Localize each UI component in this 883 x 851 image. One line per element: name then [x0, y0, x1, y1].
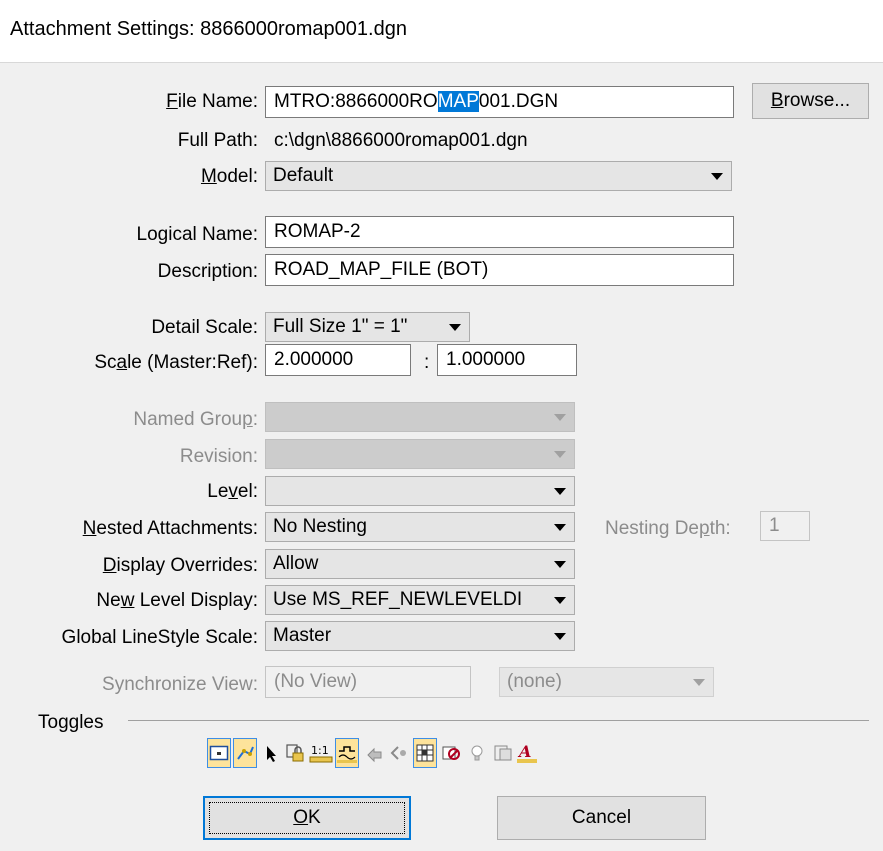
level-label: Level: — [207, 481, 258, 502]
toggles-group-label: Toggles — [38, 712, 104, 733]
annotation-scale-toggle[interactable] — [491, 738, 515, 768]
full-path-label: Full Path: — [177, 130, 258, 151]
revision-label: Revision: — [179, 446, 258, 467]
file-name-label: File Name: — [166, 91, 258, 112]
chevron-down-icon — [554, 414, 566, 421]
snap-toggle[interactable] — [233, 738, 257, 768]
locate-toggle[interactable] — [259, 738, 283, 768]
display-toggle[interactable] — [207, 738, 231, 768]
ignore-attachment-when-live-nesting-icon — [367, 747, 382, 763]
svg-text:1:1: 1:1 — [311, 744, 329, 757]
scale-separator: : — [424, 352, 430, 373]
scale-master-input[interactable]: 2.000000 — [265, 344, 411, 376]
treat-as-element-icon — [390, 746, 406, 760]
scale-label: Scale (Master:Ref): — [94, 352, 258, 373]
new-level-display-dropdown[interactable]: Use MS_REF_NEWLEVELDI — [265, 585, 575, 615]
chevron-down-icon — [554, 451, 566, 458]
global-linestyle-scale-label: Global LineStyle Scale: — [61, 627, 258, 648]
toggles-group-divider — [128, 720, 869, 721]
focus-rectangle — [209, 802, 405, 834]
true-scale-toggle-icon: 1:1 — [309, 744, 333, 763]
use-lights-icon — [442, 746, 460, 760]
full-path-value: c:\dgn\8866000romap001.dgn — [274, 130, 528, 151]
display-toggle-icon — [209, 745, 229, 761]
file-name-input[interactable]: MTRO:8866000ROMAP001.DGN — [265, 86, 734, 118]
svg-text:A: A — [517, 742, 531, 761]
light-bulb-toggle[interactable] — [465, 738, 489, 768]
nesting-depth-input[interactable]: 1 — [760, 511, 810, 541]
text-scale-icon: A — [517, 742, 537, 763]
model-dropdown[interactable]: Default — [265, 161, 732, 191]
nested-attachments-label: Nested Attachments: — [82, 518, 258, 539]
new-level-display-label: New Level Display: — [96, 590, 258, 611]
detail-scale-label: Detail Scale: — [151, 317, 258, 338]
lock-toggle[interactable] — [283, 738, 307, 768]
logical-name-label: Logical Name: — [136, 224, 258, 245]
global-linestyle-scale-dropdown[interactable]: Master — [265, 621, 575, 651]
scale-linestyles-toggle-icon — [337, 746, 357, 763]
named-group-dropdown[interactable] — [265, 402, 575, 432]
level-dropdown[interactable] — [265, 476, 575, 506]
use-lights-toggle[interactable] — [439, 738, 463, 768]
cancel-button[interactable]: Cancel — [497, 796, 706, 840]
scale-ref-input[interactable]: 1.000000 — [437, 344, 577, 376]
description-input[interactable]: ROAD_MAP_FILE (BOT) — [265, 254, 734, 286]
synchronize-view-input[interactable]: (No View) — [265, 666, 471, 698]
treat-as-element-toggle[interactable] — [387, 738, 411, 768]
description-label: Description: — [157, 261, 258, 282]
display-overrides-dropdown[interactable]: Allow — [265, 549, 575, 579]
synchronize-view-option-dropdown[interactable]: (none) — [499, 667, 714, 697]
chevron-down-icon — [449, 324, 461, 331]
lock-toggle-icon — [286, 744, 304, 762]
nested-attachments-dropdown[interactable]: No Nesting — [265, 512, 575, 542]
chevron-down-icon — [554, 561, 566, 568]
light-bulb-icon — [471, 745, 483, 761]
scale-linestyles-toggle[interactable] — [335, 738, 359, 768]
display-raster-references-toggle[interactable] — [413, 738, 437, 768]
chevron-down-icon — [554, 633, 566, 640]
snap-toggle-icon — [237, 746, 254, 760]
revision-dropdown[interactable] — [265, 439, 575, 469]
ok-button[interactable]: OK — [203, 796, 411, 840]
chevron-down-icon — [711, 173, 723, 180]
title-bar[interactable]: Attachment Settings: 8866000romap001.dgn — [0, 0, 883, 62]
locate-toggle-icon — [267, 746, 276, 762]
named-group-label: Named Group: — [133, 409, 258, 430]
chevron-down-icon — [554, 524, 566, 531]
chevron-down-icon — [693, 679, 705, 686]
model-label: Model: — [200, 166, 258, 187]
display-raster-references-icon — [416, 744, 434, 762]
detail-scale-dropdown[interactable]: Full Size 1" = 1" — [265, 312, 470, 342]
text-scale-toggle[interactable]: A — [515, 738, 539, 768]
logical-name-input[interactable]: ROMAP-2 — [265, 216, 734, 248]
browse-button[interactable]: Browse... — [752, 83, 869, 119]
window-title: Attachment Settings: 8866000romap001.dgn — [10, 18, 407, 40]
display-overrides-label: Display Overrides: — [102, 555, 258, 576]
true-scale-toggle[interactable]: 1:1 — [309, 738, 333, 768]
nesting-depth-label: Nesting Depth: — [605, 518, 731, 539]
annotation-scale-icon — [494, 745, 512, 761]
ignore-attachment-toggle[interactable] — [363, 738, 387, 768]
synchronize-view-label: Synchronize View: — [102, 674, 258, 695]
chevron-down-icon — [554, 488, 566, 495]
chevron-down-icon — [554, 597, 566, 604]
